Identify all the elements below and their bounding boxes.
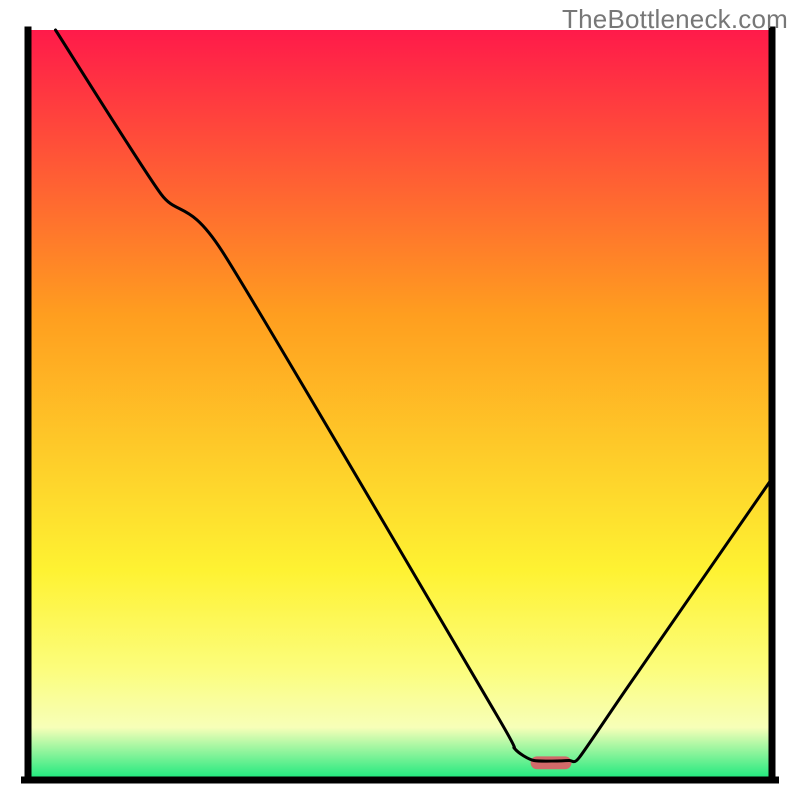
watermark-text: TheBottleneck.com [562, 4, 788, 35]
chart-container: TheBottleneck.com [0, 0, 800, 800]
chart-svg [0, 0, 800, 800]
optimal-marker [531, 756, 572, 769]
gradient-background [28, 30, 772, 780]
